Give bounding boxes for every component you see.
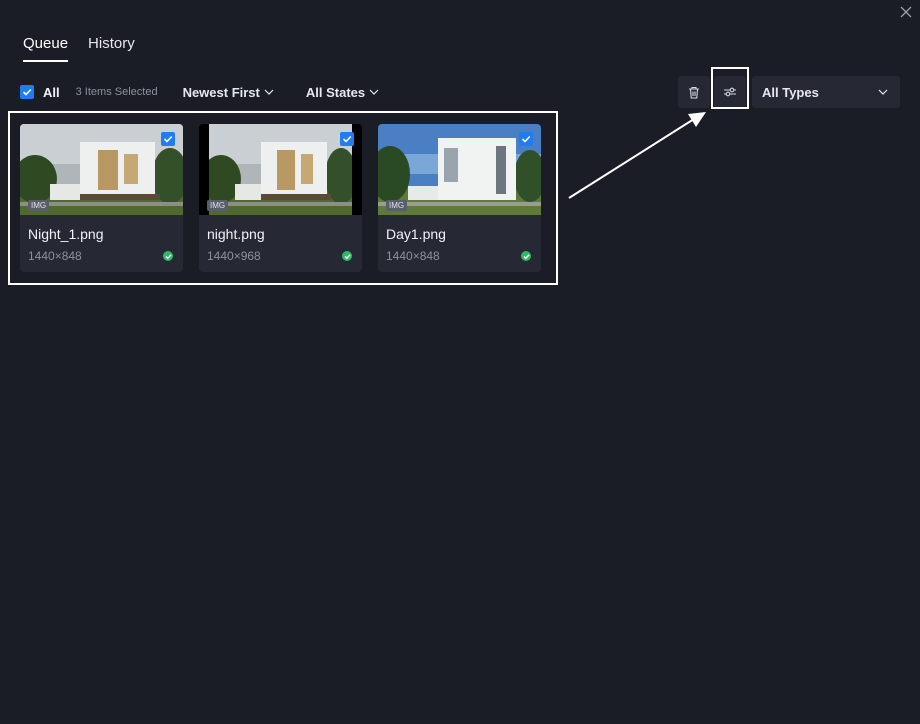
tab-bar: Queue History bbox=[23, 35, 135, 62]
checkmark-icon bbox=[342, 135, 352, 143]
selected-count: 3 Items Selected bbox=[75, 86, 158, 98]
checkmark-icon bbox=[22, 88, 32, 96]
sort-dropdown[interactable]: Newest First bbox=[183, 85, 274, 100]
type-filter-label: All Types bbox=[762, 84, 819, 100]
sort-dropdown-label: Newest First bbox=[182, 84, 260, 100]
tab-queue[interactable]: Queue bbox=[23, 35, 69, 62]
item-filename: Day1.png bbox=[386, 226, 446, 242]
trash-icon bbox=[689, 86, 699, 99]
close-button[interactable] bbox=[898, 4, 914, 20]
item-checkbox[interactable] bbox=[519, 132, 533, 146]
chevron-down-icon bbox=[369, 89, 379, 95]
item-checkbox[interactable] bbox=[161, 132, 175, 146]
item-filename: night.png bbox=[207, 226, 265, 242]
item-dimensions: 1440×848 bbox=[28, 249, 82, 263]
queue-item-card[interactable]: IMG Night_1.png 1440×848 bbox=[20, 124, 183, 272]
file-type-badge: IMG bbox=[28, 200, 50, 211]
tab-history[interactable]: History bbox=[88, 35, 135, 62]
status-complete-icon bbox=[163, 251, 173, 261]
queue-item-card[interactable]: IMG Day1.png 1440×848 bbox=[378, 124, 541, 272]
queue-item-card[interactable]: IMG night.png 1440×968 bbox=[199, 124, 362, 272]
filter-settings-button[interactable] bbox=[714, 76, 746, 108]
delete-button[interactable] bbox=[678, 76, 710, 108]
chevron-down-icon bbox=[264, 89, 274, 95]
file-type-badge: IMG bbox=[207, 200, 229, 211]
item-filename: Night_1.png bbox=[28, 226, 104, 242]
toolbar-left: All 3 Items Selected Newest First All St… bbox=[20, 83, 379, 101]
select-all-label[interactable]: All bbox=[43, 85, 60, 100]
image-thumbnail: IMG bbox=[378, 124, 541, 215]
image-thumbnail: IMG bbox=[199, 124, 362, 215]
sliders-icon bbox=[724, 87, 736, 97]
file-type-badge: IMG bbox=[386, 200, 408, 211]
state-filter-dropdown[interactable]: All States bbox=[306, 85, 379, 100]
item-dimensions: 1440×848 bbox=[386, 249, 440, 263]
close-icon bbox=[900, 6, 912, 18]
checkmark-icon bbox=[163, 135, 173, 143]
item-dimensions: 1440×968 bbox=[207, 249, 261, 263]
checkmark-icon bbox=[521, 135, 531, 143]
status-complete-icon bbox=[521, 251, 531, 261]
select-all-checkbox[interactable] bbox=[20, 85, 34, 99]
image-thumbnail: IMG bbox=[20, 124, 183, 215]
annotation-arrow bbox=[568, 112, 706, 199]
item-checkbox[interactable] bbox=[340, 132, 354, 146]
type-filter-select[interactable]: All Types bbox=[752, 76, 900, 108]
chevron-down-icon bbox=[878, 89, 888, 95]
state-filter-label: All States bbox=[305, 84, 366, 100]
status-complete-icon bbox=[342, 251, 352, 261]
